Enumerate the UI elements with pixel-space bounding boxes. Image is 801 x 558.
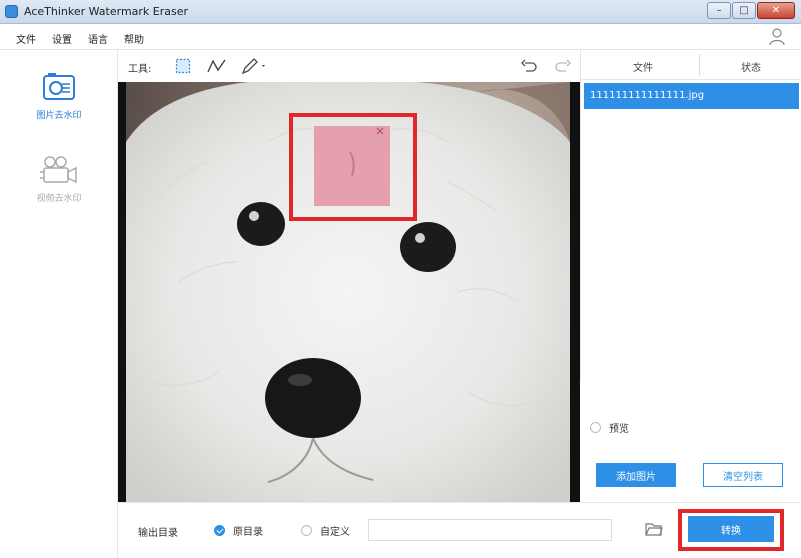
output-original-option[interactable]: 原目录 [214,523,263,538]
undo-button[interactable] [518,56,540,76]
output-path-input[interactable] [368,519,612,541]
file-row[interactable]: 111111111111111.jpg [584,83,799,109]
menu-settings[interactable]: 设置 [52,31,72,46]
brush-tool[interactable] [238,56,270,76]
tools-label: 工具: [128,64,152,75]
toolbar: 工具: [118,50,580,82]
original-directory-label: 原目录 [233,527,263,538]
file-column-header: 文件 [633,63,653,74]
menu-file[interactable]: 文件 [16,31,36,46]
close-button[interactable]: ✕ [757,2,795,19]
image-icon [43,73,75,100]
file-list-header: 文件 状态 [580,50,801,80]
sidebar-label-image: 图片去水印 [36,111,82,121]
redo-icon [555,59,571,72]
custom-directory-radio[interactable] [301,525,312,536]
clear-list-button[interactable]: 清空列表 [703,463,783,487]
maximize-button[interactable]: □ [732,2,756,19]
image-canvas[interactable] [118,82,580,502]
rectangle-select-icon [175,58,191,74]
original-directory-radio[interactable] [214,525,225,536]
polyline-icon [207,59,226,73]
sidebar: 图片去水印 视频去水印 [0,50,118,558]
app-icon [5,5,18,18]
output-custom-option[interactable]: 自定义 [301,523,350,538]
undo-icon [521,59,537,72]
header-divider [699,54,700,76]
window-controls: – □ ✕ [706,2,795,19]
rectangle-select-tool[interactable] [172,56,194,76]
menu-help[interactable]: 帮助 [124,31,144,46]
menu-language[interactable]: 语言 [88,31,108,46]
video-camera-icon [40,156,77,184]
preview-radio[interactable] [590,422,601,433]
brush-icon [241,58,265,75]
menu-bar: 文件 设置 语言 帮助 [0,24,801,50]
status-column-header: 状态 [741,63,761,74]
convert-button-highlight [678,509,784,551]
user-icon[interactable] [769,28,785,46]
add-image-button[interactable]: 添加图片 [596,463,676,487]
polygon-lasso-tool[interactable] [206,56,228,76]
sidebar-label-video: 视频去水印 [36,194,82,204]
output-bar: 输出目录 原目录 自定义 转换 [118,502,801,558]
title-bar: AceThinker Watermark Eraser – □ ✕ [0,0,801,24]
sidebar-tab-video-watermark[interactable]: 视频去水印 [0,155,118,259]
custom-directory-label: 自定义 [320,527,350,538]
folder-icon[interactable] [645,521,663,537]
preview-option[interactable]: 预览 [590,420,629,435]
output-directory-label: 输出目录 [138,528,178,539]
window-title: AceThinker Watermark Eraser [24,5,189,18]
preview-label: 预览 [609,424,629,435]
file-list: 111111111111111.jpg [580,80,801,380]
minimize-button[interactable]: – [707,2,731,19]
redo-button[interactable] [552,56,574,76]
watermark-selection-highlight [289,113,417,221]
